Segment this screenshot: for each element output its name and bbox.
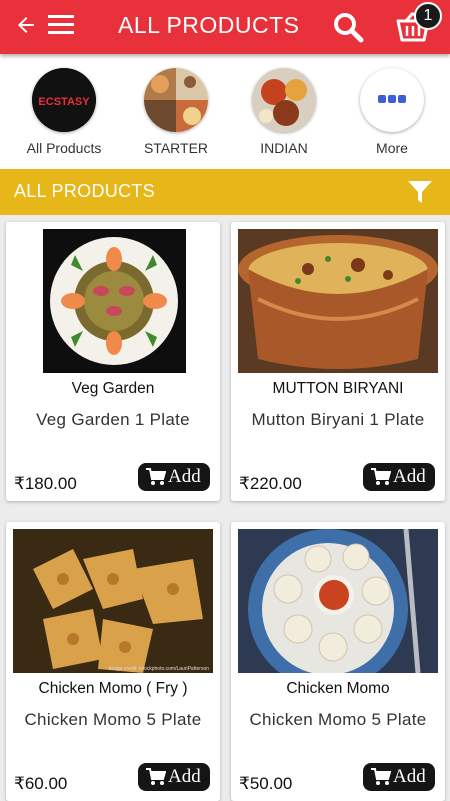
product-description: Mutton Biryani 1 Plate	[251, 410, 425, 429]
filter-icon[interactable]	[406, 178, 434, 206]
product-description: Veg Garden 1 Plate	[36, 410, 190, 429]
add-button-label: Add	[168, 466, 201, 487]
cart-icon	[146, 468, 166, 485]
add-button-label: Add	[168, 766, 201, 787]
app-bar: ALL PRODUCTS 1	[0, 0, 450, 54]
cart-icon	[371, 768, 391, 785]
cart-count-badge: 1	[414, 2, 442, 30]
product-card[interactable]: MUTTON BIRYANI Mutton Biryani 1 Plate ₹2…	[231, 222, 445, 501]
product-card[interactable]: Image credit: istockphoto.com/LauriPatte…	[6, 522, 220, 801]
category-label: STARTER	[143, 140, 209, 156]
product-name: Chicken Momo ( Fry )	[38, 680, 188, 697]
product-card[interactable]: Chicken Momo Chicken Momo 5 Plate ₹50.00…	[231, 522, 445, 801]
search-icon[interactable]	[332, 11, 364, 43]
cart-icon	[146, 768, 166, 785]
product-price: ₹50.00	[239, 774, 293, 793]
category-label: More	[376, 140, 408, 156]
back-arrow-icon[interactable]	[14, 13, 38, 37]
product-price: ₹60.00	[14, 774, 68, 793]
category-strip: ECSTASY All Products STARTER INDIAN More	[0, 54, 450, 169]
product-card[interactable]: Veg Garden Veg Garden 1 Plate ₹180.00 Ad…	[6, 222, 220, 501]
product-name: MUTTON BIRYANI	[272, 380, 404, 397]
category-more[interactable]: More	[352, 68, 432, 156]
ecstasy-logo-text: ECSTASY	[38, 96, 90, 108]
more-dots-icon	[360, 68, 424, 132]
product-image: Image credit: istockphoto.com/LauriPatte…	[13, 529, 213, 673]
add-to-cart-button[interactable]: Add	[363, 763, 435, 791]
category-all-products-logo: ECSTASY	[32, 68, 96, 132]
add-to-cart-button[interactable]: Add	[138, 763, 210, 791]
page-title: ALL PRODUCTS	[118, 12, 300, 38]
product-price: ₹220.00	[239, 474, 302, 493]
product-image	[238, 529, 438, 673]
add-to-cart-button[interactable]: Add	[138, 463, 210, 491]
add-button-label: Add	[393, 466, 426, 487]
section-header: ALL PRODUCTS	[0, 169, 450, 215]
add-button-label: Add	[393, 766, 426, 787]
section-title: ALL PRODUCTS	[14, 181, 155, 201]
category-indian-image	[252, 68, 316, 132]
product-price: ₹180.00	[14, 474, 77, 493]
category-starter-image	[144, 68, 208, 132]
product-description: Chicken Momo 5 Plate	[249, 710, 427, 729]
category-label: INDIAN	[260, 140, 308, 156]
add-to-cart-button[interactable]: Add	[363, 463, 435, 491]
category-starter[interactable]: STARTER	[136, 68, 216, 156]
product-image	[238, 229, 438, 373]
product-name: Veg Garden	[71, 380, 155, 397]
category-indian[interactable]: INDIAN	[244, 68, 324, 156]
image-credit: Image credit: istockphoto.com/LauriPatte…	[109, 666, 210, 672]
category-label: All Products	[26, 140, 102, 156]
product-description: Chicken Momo 5 Plate	[24, 710, 202, 729]
product-image	[13, 229, 213, 373]
cart-icon	[371, 468, 391, 485]
product-name: Chicken Momo	[286, 680, 390, 697]
hamburger-menu-icon[interactable]	[48, 13, 74, 35]
category-all-products[interactable]: ECSTASY All Products	[24, 68, 104, 156]
